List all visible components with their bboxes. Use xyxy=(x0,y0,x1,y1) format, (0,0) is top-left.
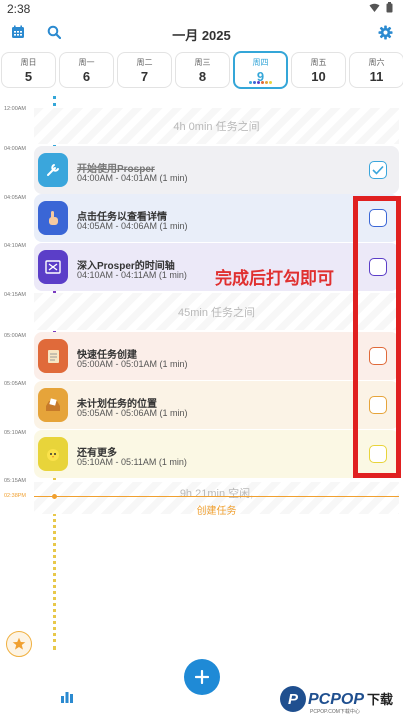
day-number: 8 xyxy=(198,69,207,84)
watermark-badge: P xyxy=(280,686,306,712)
time-label: 04:15AM xyxy=(4,292,27,298)
watermark-logo: P PCPOP 下载 PCPOP.COM下载中心 xyxy=(280,686,393,715)
task-checkbox-checked[interactable] xyxy=(369,161,387,179)
battery-icon xyxy=(386,2,393,13)
watermark-brand-text: PCPOP xyxy=(308,691,365,708)
task-time: 05:05AM - 05:06AM (1 min) xyxy=(77,408,188,418)
status-icons xyxy=(369,2,393,13)
task-card[interactable]: 点击任务以查看详情 04:05AM - 04:06AM (1 min) xyxy=(34,194,399,242)
day-card-fri[interactable]: 周五 10 xyxy=(291,52,346,88)
current-time-dot xyxy=(52,494,57,499)
status-time: 2:38 xyxy=(7,2,31,16)
favorite-button[interactable] xyxy=(6,631,32,657)
gap-text: 45min 任务之间 xyxy=(177,307,256,319)
wifi-icon xyxy=(369,3,380,12)
task-card[interactable]: 未计划任务的位置 05:05AM - 05:06AM (1 min) xyxy=(34,381,399,429)
task-card[interactable]: 还有更多 05:10AM - 05:11AM (1 min) xyxy=(34,430,399,478)
day-card-sat[interactable]: 周六 11 xyxy=(349,52,403,88)
month-title[interactable]: 一月 2025 xyxy=(0,25,403,44)
day-card-wed[interactable]: 周三 8 xyxy=(175,52,230,88)
day-card-tue[interactable]: 周二 7 xyxy=(117,52,172,88)
time-label: 05:00AM xyxy=(4,333,27,339)
day-name: 周四 xyxy=(252,58,269,67)
day-name: 周二 xyxy=(136,58,153,67)
time-label: 05:05AM xyxy=(4,381,27,387)
gap-text: 9h 21min 空闲, xyxy=(179,488,254,500)
day-number: 6 xyxy=(82,69,91,84)
week-strip: 周日 5 周一 6 周二 7 周三 8 周四 9 周五 10 周六 11 xyxy=(0,50,403,90)
day-card-sun[interactable]: 周日 5 xyxy=(1,52,56,88)
task-card[interactable]: 开始使用Prosper 04:00AM - 04:01AM (1 min) xyxy=(34,146,399,194)
stats-icon[interactable] xyxy=(60,690,74,703)
day-name: 周一 xyxy=(78,58,95,67)
gap-text: 4h 0min 任务之间 xyxy=(173,121,260,133)
gap-block[interactable]: 9h 21min 空闲, 创建任务 xyxy=(34,482,399,517)
annotation-text: 完成后打勾即可 xyxy=(215,269,334,288)
notepad-icon xyxy=(38,339,68,373)
plus-icon xyxy=(195,670,209,684)
chick-icon xyxy=(38,437,68,471)
day-name: 周日 xyxy=(20,58,37,67)
top-bar: 一月 2025 xyxy=(0,20,403,46)
task-time: 04:10AM - 04:11AM (1 min) xyxy=(77,270,187,280)
status-bar: 2:38 xyxy=(0,0,403,18)
task-time: 05:10AM - 05:11AM (1 min) xyxy=(77,457,187,467)
day-name: 周六 xyxy=(368,58,385,67)
day-number: 10 xyxy=(311,69,326,84)
inbox-icon xyxy=(38,388,68,422)
task-dots xyxy=(235,81,286,84)
gap-block[interactable]: 4h 0min 任务之间 xyxy=(34,108,399,144)
day-number: 5 xyxy=(24,69,33,84)
star-icon xyxy=(12,637,26,650)
day-card-thu-selected[interactable]: 周四 9 xyxy=(233,51,288,89)
time-label: 12:00AM xyxy=(4,106,27,112)
current-time-label: 02:38PM xyxy=(4,493,27,499)
create-task-link[interactable]: 创建任务 xyxy=(34,502,399,517)
watermark-sub: PCPOP.COM下载中心 xyxy=(310,709,360,715)
time-label: 04:10AM xyxy=(4,243,27,249)
time-label: 04:00AM xyxy=(4,146,27,152)
watermark-brand: PCPOP 下载 xyxy=(308,689,393,709)
task-time: 04:05AM - 04:06AM (1 min) xyxy=(77,221,188,231)
day-card-mon[interactable]: 周一 6 xyxy=(59,52,114,88)
task-time: 04:00AM - 04:01AM (1 min) xyxy=(77,173,188,183)
day-number: 7 xyxy=(140,69,149,84)
gap-block[interactable]: 45min 任务之间 xyxy=(34,293,399,330)
checkmark-icon xyxy=(372,165,384,175)
add-task-button[interactable] xyxy=(184,659,220,695)
timeline-icon xyxy=(38,250,68,284)
time-label: 04:05AM xyxy=(4,195,27,201)
task-time: 05:00AM - 05:01AM (1 min) xyxy=(77,359,188,369)
time-label: 05:15AM xyxy=(4,478,27,484)
watermark-cn: 下载 xyxy=(367,692,394,707)
current-time-line xyxy=(34,496,399,497)
task-card[interactable]: 快速任务创建 05:00AM - 05:01AM (1 min) xyxy=(34,332,399,380)
time-label: 05:10AM xyxy=(4,430,27,436)
wrench-icon xyxy=(38,153,68,187)
day-name: 周五 xyxy=(310,58,327,67)
gear-icon[interactable] xyxy=(378,25,393,40)
day-name: 周三 xyxy=(194,58,211,67)
day-number: 11 xyxy=(369,69,384,84)
annotation-highlight-box xyxy=(353,196,401,478)
hand-pointer-icon xyxy=(38,201,68,235)
